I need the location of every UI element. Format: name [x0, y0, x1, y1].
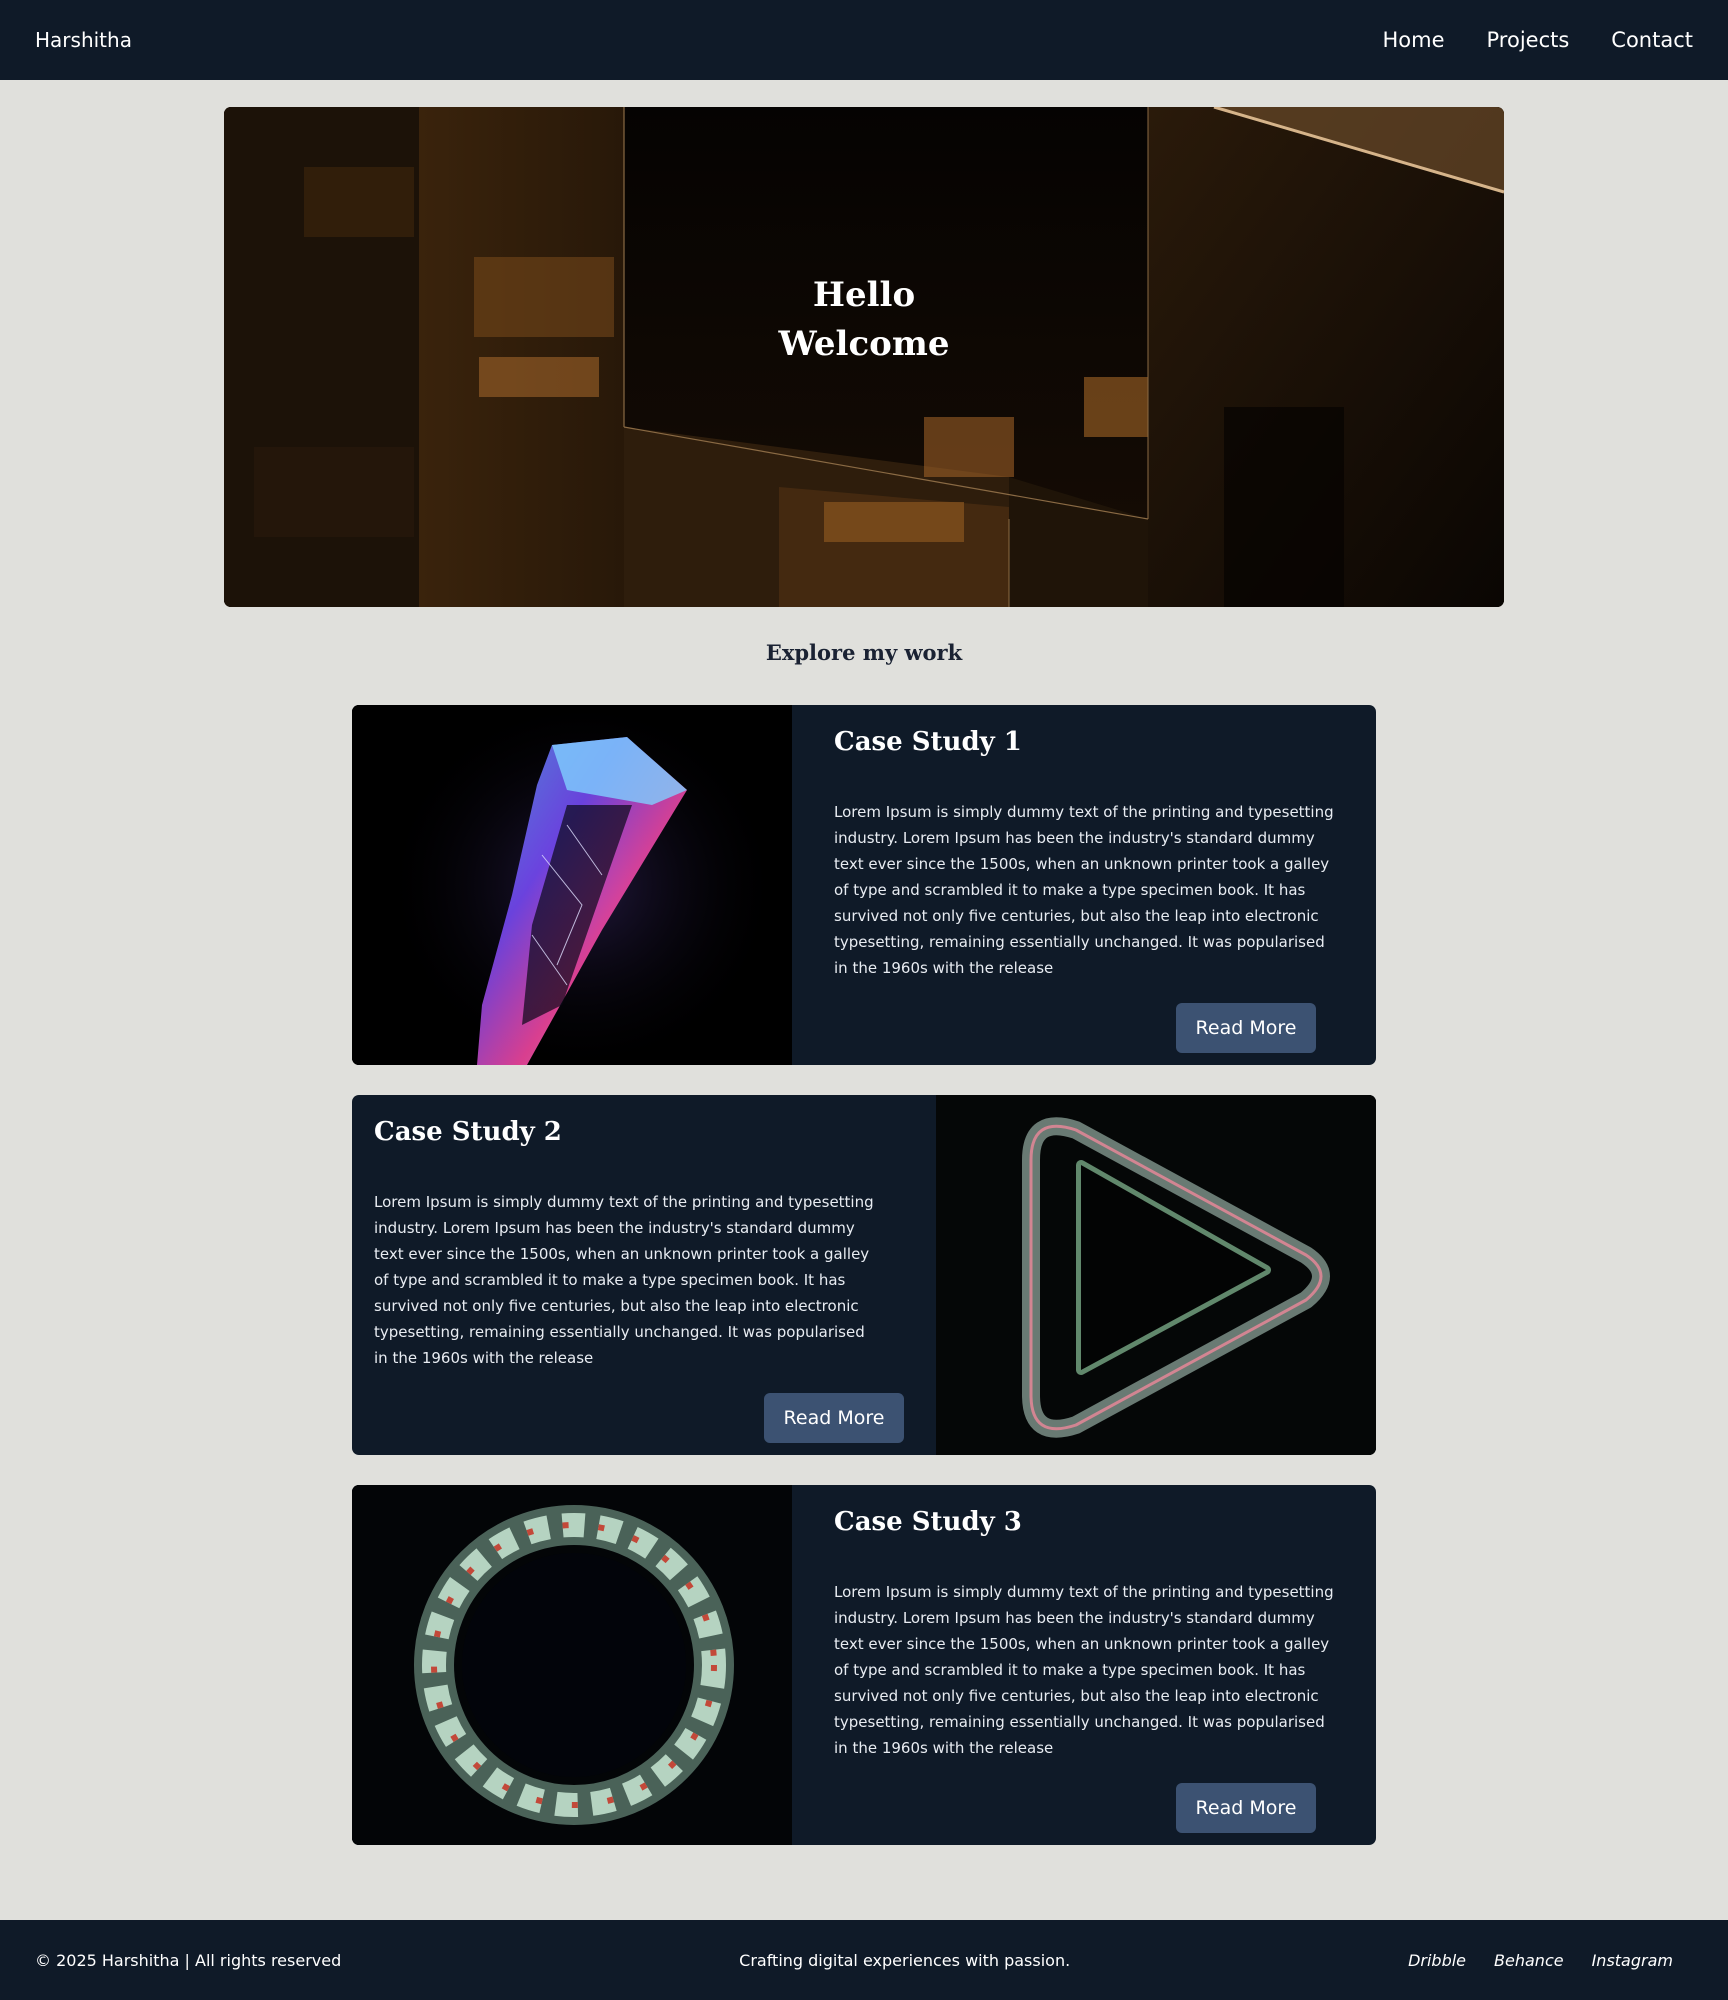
case-study-body-1: Case Study 1 Lorem Ipsum is simply dummy…: [792, 705, 1334, 1065]
case-study-card-1: Case Study 1 Lorem Ipsum is simply dummy…: [352, 705, 1376, 1065]
case-study-description: Lorem Ipsum is simply dummy text of the …: [374, 1193, 874, 1367]
main-nav: Home Projects Contact: [1382, 28, 1693, 52]
social-links: Dribble Behance Instagram: [1408, 1951, 1673, 1970]
top-navbar: Harshitha Home Projects Contact: [0, 0, 1728, 80]
dribbble-link[interactable]: Dribble: [1408, 1951, 1466, 1970]
case-study-title: Case Study 3: [834, 1507, 1022, 1537]
nav-projects-link[interactable]: Projects: [1487, 28, 1570, 52]
case-study-title: Case Study 2: [374, 1117, 562, 1147]
case-study-body-2: Case Study 2 Lorem Ipsum is simply dummy…: [352, 1095, 904, 1455]
copyright-text: © 2025 Harshitha | All rights reserved: [35, 1950, 342, 1970]
hero-line-2: Welcome: [778, 324, 950, 364]
hero-heading: Hello Welcome: [224, 107, 1504, 570]
site-footer: © 2025 Harshitha | All rights reserved C…: [0, 1920, 1728, 2000]
glass-ring-image: [352, 1485, 792, 1845]
read-more-button[interactable]: Read More: [1176, 1003, 1316, 1053]
brand-logo-link[interactable]: Harshitha: [35, 28, 132, 52]
case-study-title: Case Study 1: [834, 727, 1022, 757]
nav-contact-link[interactable]: Contact: [1611, 28, 1693, 52]
footer-tagline: Crafting digital experiences with passio…: [739, 1950, 1071, 1970]
case-study-card-3: Case Study 3 Lorem Ipsum is simply dummy…: [352, 1485, 1376, 1845]
read-more-button[interactable]: Read More: [1176, 1783, 1316, 1833]
hero-banner: Hello Welcome: [224, 107, 1504, 607]
behance-link[interactable]: Behance: [1494, 1951, 1564, 1970]
case-study-card-2: Case Study 2 Lorem Ipsum is simply dummy…: [352, 1095, 1376, 1455]
hero-line-1: Hello: [812, 275, 916, 315]
case-study-description: Lorem Ipsum is simply dummy text of the …: [834, 803, 1334, 977]
crystal-image: [352, 705, 792, 1065]
case-study-description: Lorem Ipsum is simply dummy text of the …: [834, 1583, 1334, 1757]
glass-play-icon-image: [936, 1095, 1376, 1455]
instagram-link[interactable]: Instagram: [1592, 1951, 1673, 1970]
section-title: Explore my work: [765, 640, 963, 665]
nav-home-link[interactable]: Home: [1382, 28, 1444, 52]
case-study-body-3: Case Study 3 Lorem Ipsum is simply dummy…: [792, 1485, 1334, 1845]
read-more-button[interactable]: Read More: [764, 1393, 904, 1443]
